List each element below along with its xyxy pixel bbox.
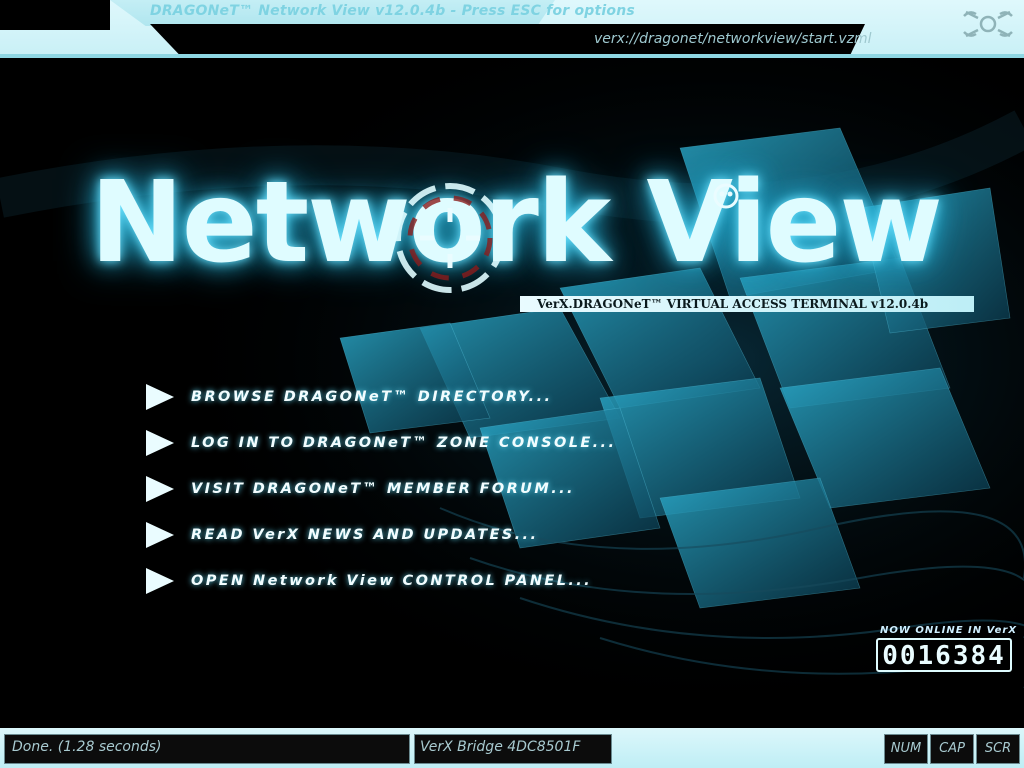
dragonet-emblem-icon[interactable] xyxy=(962,6,1014,42)
play-arrow-icon xyxy=(146,476,174,502)
menu-item-label: READ VerX NEWS AND UPDATES... xyxy=(191,527,539,543)
play-arrow-icon xyxy=(146,568,174,594)
menu-item-label: BROWSE DRAGONeT™ DIRECTORY... xyxy=(191,389,553,405)
menu-item-browse-directory[interactable]: BROWSE DRAGONeT™ DIRECTORY... xyxy=(144,380,744,414)
title-bar-notch xyxy=(0,0,110,30)
menu-item-label: LOG IN TO DRAGONeT™ ZONE CONSOLE... xyxy=(191,435,617,451)
logo-subtitle: VerX.DRAGONeT™ VIRTUAL ACCESS TERMINAL v… xyxy=(537,297,929,311)
online-counter: 0016384 xyxy=(876,638,1012,672)
play-arrow-icon xyxy=(146,430,174,456)
address-url[interactable]: verx://dragonet/networkview/start.vzml xyxy=(594,31,871,47)
logo-text: Network View xyxy=(90,158,943,288)
status-message: Done. (1.28 seconds) xyxy=(12,739,162,755)
play-arrow-icon xyxy=(146,522,174,548)
scroll-lock-indicator: SCR xyxy=(976,734,1020,764)
menu-item-label: OPEN Network View CONTROL PANEL... xyxy=(191,573,593,589)
caps-lock-indicator: CAP xyxy=(930,734,974,764)
online-count-value: 0016384 xyxy=(882,641,1006,671)
menu-item-control-panel[interactable]: OPEN Network View CONTROL PANEL... xyxy=(144,564,744,598)
num-lock-indicator: NUM xyxy=(884,734,928,764)
online-count-label: NOW ONLINE IN VerX xyxy=(880,625,1018,636)
window-title: DRAGONeT™ Network View v12.0.4b - Press … xyxy=(150,3,635,19)
menu-item-member-forum[interactable]: VISIT DRAGONeT™ MEMBER FORUM... xyxy=(144,472,744,506)
bridge-id: VerX Bridge 4DC8501F xyxy=(420,739,581,755)
menu-item-label: VISIT DRAGONeT™ MEMBER FORUM... xyxy=(191,481,575,497)
network-view-logo: Network View xyxy=(90,158,950,308)
network-ring-icon xyxy=(395,183,505,293)
play-arrow-icon xyxy=(146,384,174,410)
menu-item-news-updates[interactable]: READ VerX NEWS AND UPDATES... xyxy=(144,518,744,552)
eye-emblem-icon xyxy=(713,183,739,209)
menu-item-zone-console[interactable]: LOG IN TO DRAGONeT™ ZONE CONSOLE... xyxy=(144,426,744,460)
